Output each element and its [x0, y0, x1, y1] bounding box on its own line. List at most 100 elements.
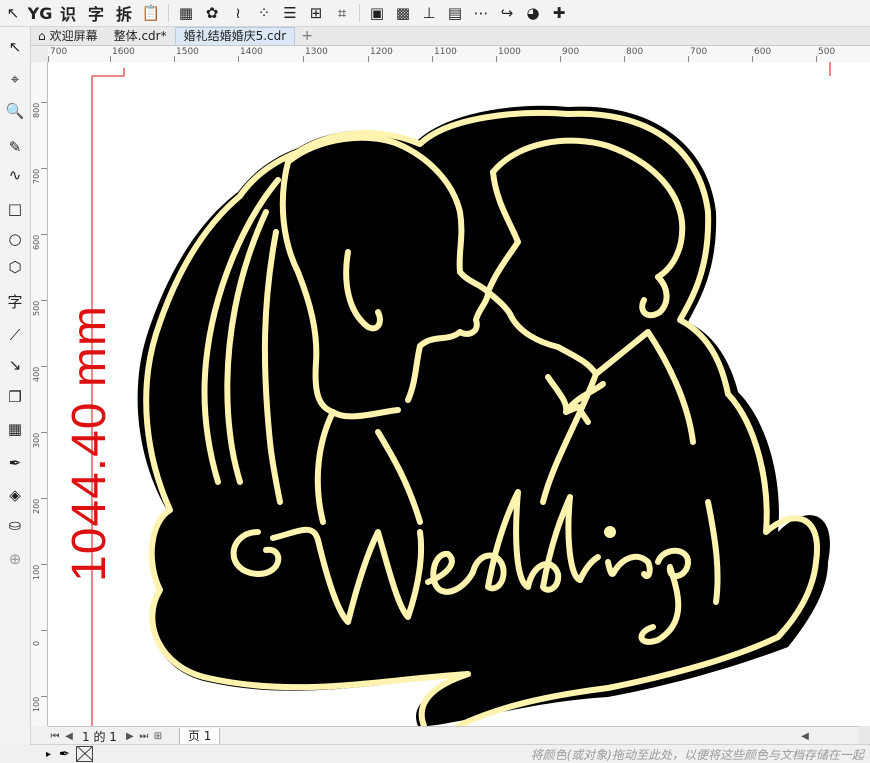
smart-fill-tool-icon[interactable]: ⛀ — [3, 513, 27, 537]
yg-plugin-icon[interactable]: YG — [26, 1, 54, 25]
recognize-char-button[interactable]: 识 — [54, 1, 82, 25]
curve-icon[interactable]: ≀ — [225, 1, 251, 25]
magic-arrow-icon[interactable]: ↪ — [494, 1, 520, 25]
add-tool-icon[interactable]: ⊕ — [3, 547, 27, 571]
status-bar: ▸ ✒ 将颜色(或对象)拖动至此处，以便将这些颜色与文档存储在一起 — [30, 744, 870, 763]
leaf-ball-icon[interactable]: ◕ — [520, 1, 546, 25]
bezier-tool-icon[interactable]: ∿ — [3, 163, 27, 187]
ruler-tick — [41, 432, 47, 433]
dashed-lines-icon[interactable]: ☰ — [277, 1, 303, 25]
select-region-icon[interactable]: ⌗ — [329, 1, 355, 25]
puzzle-icon[interactable]: ✚ — [546, 1, 572, 25]
pick-tool-icon[interactable]: ↖ — [0, 1, 26, 25]
ruler-tick — [41, 300, 47, 301]
ruler-tick — [41, 168, 47, 169]
connector-tool-icon[interactable]: ↘ — [3, 353, 27, 377]
ruler-tick-label: 100 — [32, 696, 41, 712]
ruler-tick-label: 1400 — [240, 47, 263, 57]
home-icon: ⌂ — [38, 29, 46, 43]
node-align-icon[interactable]: ⁘ — [251, 1, 277, 25]
pick-tool-icon[interactable]: ↖ — [3, 35, 27, 59]
tab-overall[interactable]: 整体.cdr* — [106, 28, 175, 45]
ruler-tick — [41, 498, 47, 499]
ruler-corner[interactable] — [31, 46, 49, 63]
ruler-tick-label: 900 — [562, 47, 580, 57]
transparency-tool-icon[interactable]: ▦ — [3, 417, 27, 441]
ruler-tick-label: 1200 — [370, 47, 393, 57]
add-page-button[interactable]: ⊞ — [151, 731, 165, 742]
ruler-tick-label: 100 — [32, 564, 41, 580]
no-color-swatch[interactable] — [75, 746, 93, 762]
polygon-tool-icon[interactable]: ⬡ — [3, 255, 27, 279]
page-navigation: ⏮ ◀ 1 的 1 ▶ ⏭ ⊞ 页 1 ◀ — [48, 726, 870, 745]
scroll-corner — [858, 726, 870, 744]
split-char-button[interactable]: 拆 — [110, 1, 138, 25]
color-blocks-icon[interactable]: ▣ — [364, 1, 390, 25]
ruler-tick-label: 600 — [32, 234, 41, 250]
flower-shape-icon[interactable]: ✿ — [199, 1, 225, 25]
ruler-tick — [41, 102, 47, 103]
rectangle-tool-icon[interactable]: □ — [3, 197, 27, 221]
text-align-icon[interactable]: ⊥ — [416, 1, 442, 25]
ruler-tick-label: 1100 — [434, 47, 457, 57]
last-page-button[interactable]: ⏭ — [137, 731, 151, 742]
silhouette-base[interactable] — [137, 105, 830, 726]
ruler-tick-label: 200 — [32, 498, 41, 514]
ruler-tick-label: 1000 — [498, 47, 521, 57]
ruler-tick-label: 1500 — [176, 47, 199, 57]
wedding-artwork — [91, 62, 831, 726]
image-icon[interactable]: ▩ — [390, 1, 416, 25]
tab-welcome[interactable]: ⌂ 欢迎屏幕 — [30, 28, 106, 45]
document-tabs: ⌂ 欢迎屏幕 整体.cdr* 婚礼结婚婚庆5.cdr + — [30, 27, 870, 46]
table-icon[interactable]: ▦ — [173, 1, 199, 25]
tab-wedding-file[interactable]: 婚礼结婚婚庆5.cdr — [174, 27, 296, 45]
ruler-tick-label: 800 — [32, 102, 41, 118]
palette-expand-icon[interactable]: ▸ — [46, 749, 51, 760]
ruler-tick-label: 400 — [32, 366, 41, 382]
freehand-tool-icon[interactable]: ✎ — [3, 135, 27, 159]
shadow-tool-icon[interactable]: ❐ — [3, 385, 27, 409]
char-char-button[interactable]: 字 — [82, 1, 110, 25]
fill-tool-icon[interactable]: ◈ — [3, 483, 27, 507]
next-page-button[interactable]: ▶ — [123, 731, 137, 742]
page-tab[interactable]: 页 1 — [178, 727, 221, 745]
ruler-tick-label: 1600 — [112, 47, 135, 57]
ruler-tick-label: 1300 — [305, 47, 328, 57]
first-page-button[interactable]: ⏮ — [48, 731, 62, 742]
toolbar-separator — [168, 4, 169, 22]
vertical-ruler[interactable]: 800 700 600 500 400 300 200 100 0 100 — [31, 62, 48, 726]
zoom-tool-icon[interactable]: 🔍 — [3, 99, 27, 123]
new-tab-button[interactable]: + — [295, 28, 319, 45]
drawing-canvas[interactable]: 1044.40 mm — [48, 62, 870, 726]
dimension-label[interactable]: 1044.40 mm — [62, 305, 117, 582]
top-toolbar: ↖ YG 识字拆 📋 ▦ ✿ ≀ ⁘ ☰ ⊞ ⌗ ▣ ▩ ⊥ ▤ ⋯ ↪ ◕ ✚ — [0, 0, 870, 27]
distribute-icon[interactable]: ⊞ — [303, 1, 329, 25]
palette-hint: 将颜色(或对象)拖动至此处，以便将这些颜色与文档存储在一起 — [530, 747, 864, 762]
horizontal-ruler[interactable]: 700 1600 1500 1400 1300 1200 1100 1000 900 800 700… — [48, 46, 870, 63]
eyedropper-icon[interactable]: ✒ — [59, 747, 70, 762]
toolbar-separator — [359, 4, 360, 22]
ruler-tick — [41, 366, 47, 367]
eyedropper-tool-icon[interactable]: ✒ — [3, 451, 27, 475]
ruler-tick — [41, 696, 47, 697]
dimension-tool-icon[interactable]: ⟋ — [3, 323, 27, 347]
ruler-tick-label: 300 — [32, 432, 41, 448]
prev-page-button[interactable]: ◀ — [62, 731, 76, 742]
ellipse-tool-icon[interactable]: ○ — [3, 227, 27, 251]
page-counter: 1 的 1 — [82, 729, 117, 744]
ruler-tick-label: 500 — [818, 47, 836, 57]
text-tool-icon[interactable]: 字 — [3, 289, 27, 313]
ruler-tick — [41, 630, 47, 631]
scroll-left-button[interactable]: ◀ — [798, 731, 812, 742]
ruler-tick — [41, 564, 47, 565]
ruler-tick — [41, 234, 47, 235]
dots-grid-icon[interactable]: ⋯ — [468, 1, 494, 25]
ruler-tick-label: 700 — [50, 47, 68, 57]
grid-yellow-icon[interactable]: ▤ — [442, 1, 468, 25]
ruler-tick-label: 600 — [754, 47, 772, 57]
ruler-tick-label: 0 — [32, 640, 41, 646]
paste-special-icon[interactable]: 📋 — [138, 1, 164, 25]
crop-tool-icon[interactable]: ⌖ — [3, 67, 27, 91]
toolbox: ↖ ⌖ 🔍 ✎ ∿ □ ○ ⬡ 字 ⟋ ↘ ❐ ▦ ✒ ◈ ⛀ ⊕ — [0, 27, 31, 745]
ruler-tick-label: 800 — [626, 47, 644, 57]
